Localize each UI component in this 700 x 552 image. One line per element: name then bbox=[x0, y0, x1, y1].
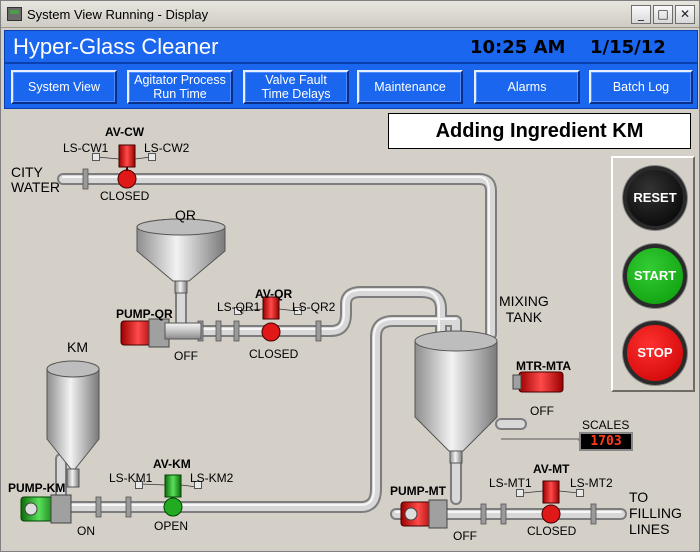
app-icon bbox=[7, 7, 22, 21]
system-view-button[interactable]: System View bbox=[11, 70, 117, 104]
title-bar: System View Running - Display _ □ ✕ bbox=[1, 1, 699, 28]
start-button[interactable]: START bbox=[623, 244, 687, 308]
app-title: Hyper-Glass Cleaner bbox=[13, 34, 219, 59]
ls-cw2-label: LS-CW2 bbox=[144, 141, 190, 155]
ls-cw1-label: LS-CW1 bbox=[63, 141, 109, 155]
pump-km-label: PUMP-KM bbox=[8, 481, 66, 495]
batch-log-button[interactable]: Batch Log bbox=[589, 70, 693, 104]
valve-av-mt[interactable] bbox=[541, 480, 561, 524]
control-panel: RESET START STOP bbox=[611, 156, 695, 392]
city-water-label: CITY WATER bbox=[11, 164, 60, 195]
valve-av-qr[interactable] bbox=[261, 296, 281, 342]
scales-readout: 1703 bbox=[579, 432, 633, 451]
window-title: System View Running - Display bbox=[27, 7, 209, 22]
pump-km-icon[interactable] bbox=[20, 494, 72, 524]
ls-qr1-label: LS-QR1 bbox=[217, 300, 261, 314]
pump-mt-label: PUMP-MT bbox=[390, 484, 446, 498]
date: 1/15/12 bbox=[590, 37, 666, 58]
av-mt-label: AV-MT bbox=[533, 462, 570, 476]
av-mt-state: CLOSED bbox=[527, 524, 577, 538]
valve-av-cw[interactable] bbox=[117, 144, 137, 189]
reset-button[interactable]: RESET bbox=[623, 166, 687, 230]
ls-mt1-label: LS-MT1 bbox=[489, 476, 532, 490]
stop-button[interactable]: STOP bbox=[623, 321, 687, 385]
maintenance-button[interactable]: Maintenance bbox=[357, 70, 463, 104]
av-cw-label: AV-CW bbox=[105, 125, 145, 139]
to-filling-lines-label: TO FILLING LINES bbox=[629, 489, 682, 537]
pump-qr-icon[interactable] bbox=[120, 318, 202, 348]
pump-qr-label: PUMP-QR bbox=[116, 307, 173, 321]
km-silo-label: KM bbox=[67, 339, 88, 355]
pump-qr-state: OFF bbox=[174, 349, 198, 363]
valve-av-km[interactable] bbox=[163, 474, 183, 517]
pump-mt-icon[interactable] bbox=[400, 499, 448, 529]
limit-switch-ls-mt2 bbox=[576, 489, 584, 497]
header-bar: Hyper-Glass Cleaner 10:25 AM 1/15/12 bbox=[4, 30, 698, 63]
ls-qr2-label: LS-QR2 bbox=[292, 300, 336, 314]
mixing-tank bbox=[414, 330, 498, 464]
qr-hopper bbox=[136, 218, 226, 294]
minimize-button[interactable]: _ bbox=[631, 5, 651, 24]
av-qr-state: CLOSED bbox=[249, 347, 299, 361]
mixing-tank-label: MIXING TANK bbox=[499, 293, 549, 325]
scales-label: SCALES bbox=[582, 418, 630, 432]
ls-km1-label: LS-KM1 bbox=[109, 471, 153, 485]
av-km-state: OPEN bbox=[154, 519, 189, 533]
ls-km2-label: LS-KM2 bbox=[190, 471, 234, 485]
agitator-run-time-button[interactable]: Agitator Process Run Time bbox=[127, 70, 233, 104]
clock: 10:25 AM bbox=[470, 37, 566, 58]
mixer-motor-icon[interactable] bbox=[512, 371, 564, 393]
km-silo bbox=[46, 360, 100, 488]
nav-bar: System View Agitator Process Run Time Va… bbox=[4, 63, 698, 109]
valve-fault-delays-button[interactable]: Valve Fault Time Delays bbox=[243, 70, 349, 104]
mtr-mta-state: OFF bbox=[530, 404, 554, 418]
pump-km-state: ON bbox=[77, 524, 95, 538]
limit-switch-ls-mt1 bbox=[516, 489, 524, 497]
app-window: System View Running - Display _ □ ✕ Hype… bbox=[0, 0, 700, 552]
mtr-mta-label: MTR-MTA bbox=[516, 359, 572, 373]
av-cw-state: CLOSED bbox=[100, 189, 150, 203]
av-km-label: AV-KM bbox=[153, 457, 191, 471]
ls-mt2-label: LS-MT2 bbox=[570, 476, 613, 490]
pump-mt-state: OFF bbox=[453, 529, 477, 543]
maximize-button[interactable]: □ bbox=[653, 5, 673, 24]
av-qr-label: AV-QR bbox=[255, 287, 293, 301]
alarms-button[interactable]: Alarms bbox=[474, 70, 580, 104]
close-button[interactable]: ✕ bbox=[675, 5, 695, 24]
qr-hopper-label: QR bbox=[175, 207, 196, 223]
